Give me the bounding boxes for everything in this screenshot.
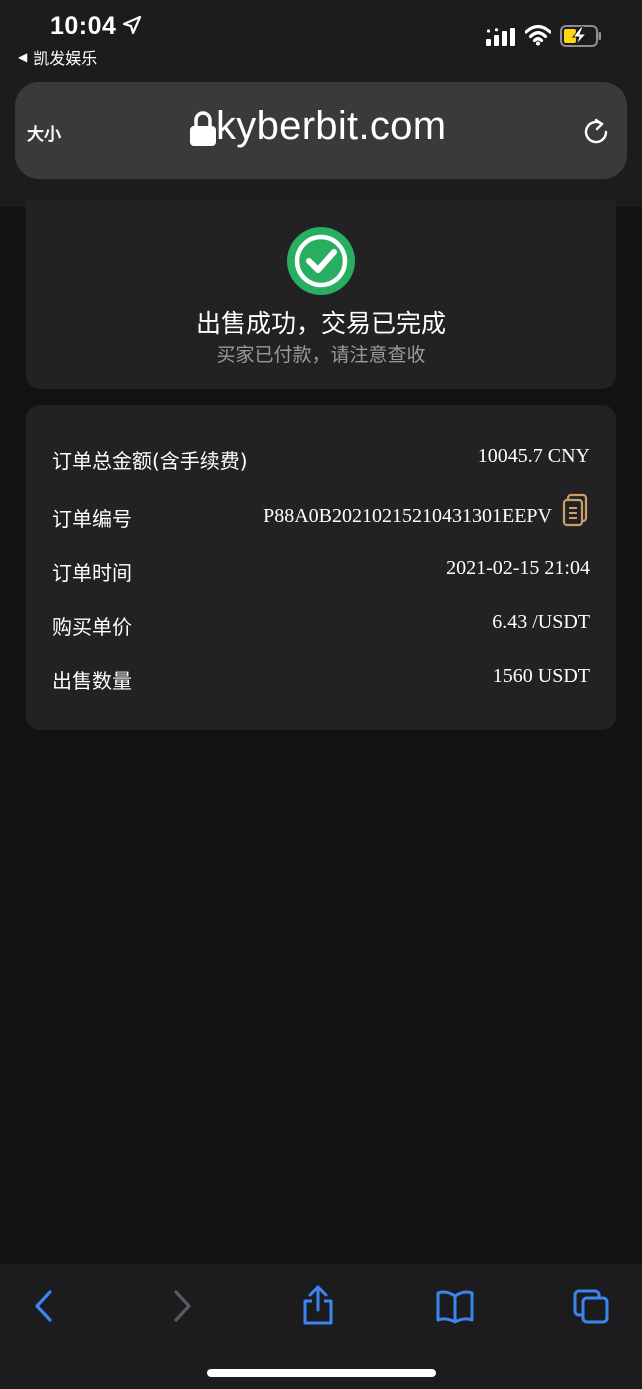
row-label: 订单总金额(含手续费) — [52, 449, 248, 473]
row-label: 出售数量 — [52, 669, 132, 693]
cellular-signal-icon — [486, 28, 515, 46]
success-check-icon — [287, 227, 355, 295]
lock-icon — [190, 111, 216, 146]
address-bar[interactable]: 大小 kyberbit.com — [15, 82, 627, 179]
success-card: 出售成功，交易已完成 买家已付款，请注意查收 — [26, 200, 616, 389]
home-indicator[interactable] — [207, 1369, 436, 1377]
row-value: 2021-02-15 21:04 — [446, 557, 590, 579]
back-app-label: 凯发娱乐 — [33, 49, 98, 68]
order-details-card: 订单总金额(含手续费) 10045.7 CNY 订单编号 P88A0B20210… — [26, 405, 616, 730]
row-label: 购买单价 — [52, 615, 132, 639]
status-bar: 10:04 ◀ 凯发娱乐 — [0, 0, 642, 80]
row-label: 订单编号 — [52, 507, 132, 531]
browser-chrome: 大小 kyberbit.com — [0, 80, 642, 207]
tabs-icon[interactable] — [572, 1286, 610, 1326]
location-arrow-icon — [122, 15, 142, 35]
order-row-quantity: 出售数量 1560 USDT — [52, 665, 590, 705]
row-value: 6.43 /USDT — [492, 611, 590, 633]
bookmarks-icon[interactable] — [436, 1286, 474, 1326]
row-value: P88A0B20210215210431301EEPV — [263, 505, 552, 527]
back-icon[interactable] — [30, 1286, 58, 1326]
forward-icon[interactable] — [168, 1286, 196, 1326]
row-label: 订单时间 — [52, 561, 132, 585]
back-to-app-link[interactable]: ◀ 凯发娱乐 — [18, 45, 97, 69]
url-domain[interactable]: kyberbit.com — [216, 104, 446, 149]
result-title: 出售成功，交易已完成 — [195, 309, 446, 338]
result-subtitle: 买家已付款，请注意查收 — [216, 344, 426, 366]
share-icon[interactable] — [300, 1284, 336, 1326]
row-value: 1560 USDT — [492, 665, 590, 687]
battery-charging-icon — [560, 25, 601, 47]
reload-icon[interactable] — [582, 117, 610, 145]
wifi-icon — [525, 24, 551, 46]
status-time: 10:04 — [50, 12, 117, 40]
copy-icon[interactable] — [562, 493, 588, 527]
back-triangle-icon: ◀ — [18, 50, 28, 64]
text-size-button[interactable]: 大小 — [27, 120, 61, 145]
order-row-price: 购买单价 6.43 /USDT — [52, 611, 590, 651]
order-row-number: 订单编号 P88A0B20210215210431301EEPV — [52, 493, 590, 543]
order-row-time: 订单时间 2021-02-15 21:04 — [52, 557, 590, 597]
row-value: 10045.7 CNY — [477, 445, 590, 467]
order-row-total: 订单总金额(含手续费) 10045.7 CNY — [52, 445, 590, 485]
